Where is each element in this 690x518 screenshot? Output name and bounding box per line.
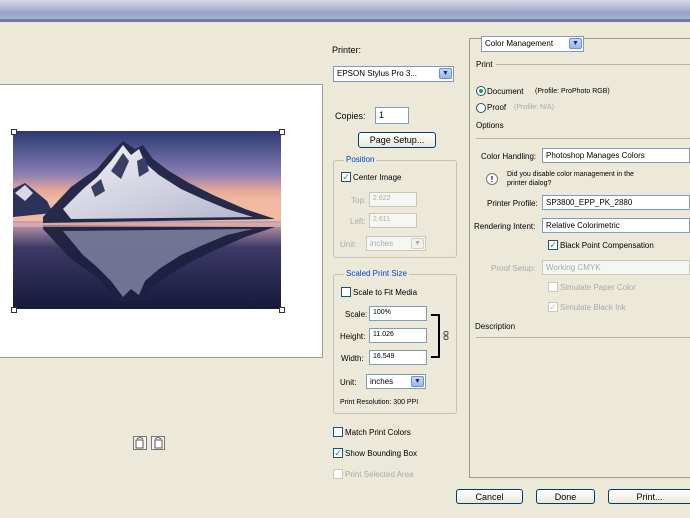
mode-select[interactable]: Color Management ▼ — [481, 36, 584, 52]
resize-handle-bottom-right[interactable] — [279, 307, 285, 313]
resize-handle-top-right[interactable] — [279, 129, 285, 135]
options-section-label: Options — [476, 121, 504, 130]
window-title-bar — [0, 0, 690, 22]
printer-profile-label: Printer Profile: — [487, 199, 538, 208]
preview-image[interactable] — [13, 131, 281, 309]
width-label: Width: — [341, 354, 364, 363]
match-print-colors-label: Match Print Colors — [345, 428, 411, 437]
scaled-print-size-title: Scaled Print Size — [344, 269, 409, 278]
print-resolution-text: Print Resolution: 300 PPI — [340, 399, 419, 406]
color-management-warning: Did you disable color management in the … — [507, 171, 634, 187]
done-button[interactable]: Done — [536, 489, 595, 504]
left-input[interactable]: 2.611 — [369, 213, 417, 228]
rotate-right-icon[interactable] — [151, 436, 165, 450]
document-profile: (Profile: ProPhoto RGB) — [535, 88, 610, 95]
left-label: Left: — [350, 217, 366, 226]
printer-select-value: EPSON Stylus Pro 3... — [337, 69, 418, 78]
printer-profile-value: SP3800_EPP_PK_2880 — [546, 198, 633, 207]
show-bounding-box-checkbox[interactable]: ✓ — [333, 448, 343, 458]
info-icon: ! — [486, 173, 498, 185]
scaled-unit-label: Unit: — [340, 378, 357, 387]
printer-select[interactable]: EPSON Stylus Pro 3... ▼ — [333, 66, 454, 82]
center-image-checkbox[interactable]: ✓ — [341, 172, 351, 182]
proof-setup-label: Proof Setup: — [491, 264, 536, 273]
chevron-down-icon: ▼ — [411, 238, 424, 249]
cancel-button[interactable]: Cancel — [456, 489, 523, 504]
scaled-unit-value: inches — [370, 377, 394, 386]
constrain-bracket — [431, 314, 440, 358]
rotate-left-icon[interactable] — [133, 436, 147, 450]
page-setup-button[interactable]: Page Setup... — [358, 132, 436, 148]
chevron-down-icon: ▼ — [569, 38, 582, 49]
scale-to-fit-checkbox[interactable] — [341, 287, 351, 297]
options-divider — [476, 138, 690, 139]
top-input[interactable]: 2.622 — [369, 192, 417, 207]
color-handling-select[interactable]: Photoshop Manages Colors — [542, 148, 690, 163]
position-unit-select[interactable]: inches ▼ — [366, 236, 426, 251]
height-input[interactable]: 11.026 — [369, 328, 427, 343]
scale-to-fit-label: Scale to Fit Media — [353, 288, 418, 297]
description-divider — [476, 337, 690, 338]
width-input[interactable]: 16.549 — [369, 350, 427, 365]
black-point-compensation-checkbox[interactable]: ✓ — [548, 240, 558, 250]
simulate-paper-color-checkbox[interactable] — [548, 282, 558, 292]
copies-input[interactable]: 1 — [375, 107, 409, 124]
resize-handle-bottom-left[interactable] — [11, 307, 17, 313]
print-selected-area-label: Print Selected Area — [345, 470, 414, 479]
chevron-down-icon: ▼ — [439, 68, 452, 79]
print-section-label: Print — [476, 60, 493, 69]
print-section-divider — [496, 64, 690, 65]
chevron-down-icon: ▼ — [411, 376, 424, 387]
printer-label: Printer: — [332, 45, 362, 55]
match-print-colors-checkbox[interactable] — [333, 427, 343, 437]
scaled-unit-select[interactable]: inches ▼ — [366, 374, 426, 389]
proof-radio[interactable] — [476, 103, 486, 113]
simulate-paper-color-label: Simulate Paper Color — [560, 283, 637, 292]
rendering-intent-select[interactable]: Relative Colorimetric — [542, 218, 690, 233]
center-image-label: Center Image — [353, 173, 402, 182]
proof-setup-select[interactable]: Working CMYK — [542, 260, 690, 275]
simulate-black-ink-label: Simulate Black Ink — [560, 303, 626, 312]
proof-profile: (Profile: N/A) — [514, 104, 555, 111]
simulate-black-ink-checkbox[interactable]: ✓ — [548, 302, 558, 312]
document-label: Document — [487, 87, 524, 96]
copies-label: Copies: — [335, 111, 366, 121]
mountain-photo — [13, 131, 281, 309]
show-bounding-box-label: Show Bounding Box — [345, 449, 418, 458]
print-selected-area-checkbox[interactable] — [333, 469, 343, 479]
scale-input[interactable]: 100% — [369, 306, 427, 321]
description-label: Description — [475, 322, 516, 331]
resize-handle-top-left[interactable] — [11, 129, 17, 135]
height-label: Height: — [340, 332, 366, 341]
proof-setup-value: Working CMYK — [546, 263, 601, 272]
rendering-intent-label: Rendering Intent: — [474, 222, 536, 231]
color-handling-value: Photoshop Manages Colors — [546, 151, 645, 160]
position-unit-label: Unit: — [340, 240, 357, 249]
black-point-compensation-label: Black Point Compensation — [560, 241, 654, 250]
print-button[interactable]: Print... — [608, 489, 690, 504]
document-radio[interactable] — [476, 86, 486, 96]
top-label: Top: — [351, 196, 367, 205]
color-handling-label: Color Handling: — [481, 152, 537, 161]
position-unit-value: inches — [370, 239, 394, 248]
scale-label: Scale: — [345, 310, 368, 319]
mode-select-value: Color Management — [485, 39, 554, 48]
rendering-intent-value: Relative Colorimetric — [546, 221, 620, 230]
printer-profile-select[interactable]: SP3800_EPP_PK_2880 — [542, 195, 690, 210]
proof-label: Proof — [487, 103, 507, 112]
position-group-title: Position — [344, 155, 377, 164]
chain-link-icon[interactable] — [443, 331, 449, 340]
